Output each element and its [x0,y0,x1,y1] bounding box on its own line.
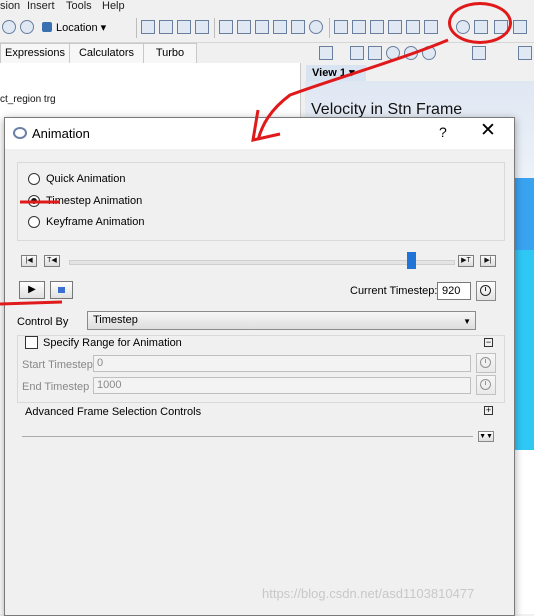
annotation-underline-play [0,300,63,306]
watermark: https://blog.csdn.net/asd1103810477 [262,586,475,601]
annotation-strokes [0,38,449,306]
annotation-arrow-curve [256,38,449,141]
annotation-arrow-head [251,109,281,142]
